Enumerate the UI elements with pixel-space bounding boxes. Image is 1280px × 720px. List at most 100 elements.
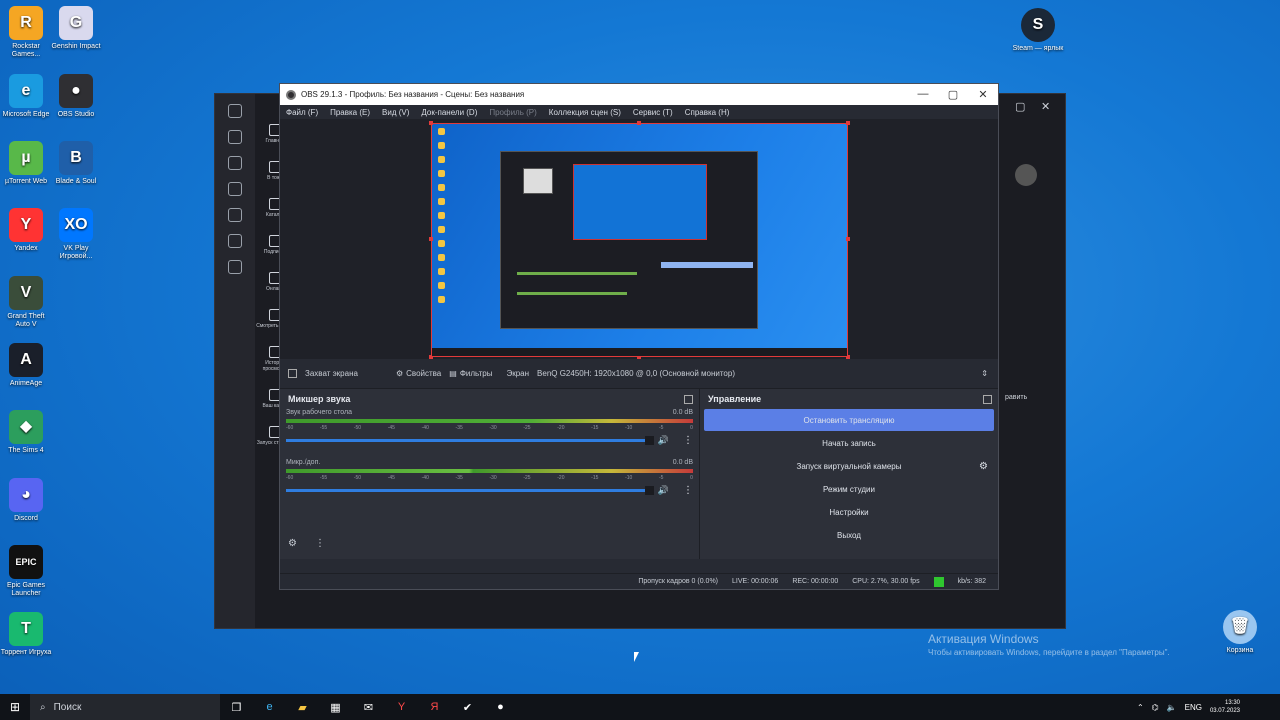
volume-slider[interactable] bbox=[286, 486, 654, 495]
source-visibility-checkbox[interactable] bbox=[288, 369, 297, 378]
properties-button[interactable]: ⚙ Свойства bbox=[396, 369, 441, 378]
meter-scale: -60 -55 -50 -45 -40 -35 -30 -25 -20 -15 -10 -5 0 bbox=[286, 475, 693, 481]
slider-handle[interactable] bbox=[644, 436, 654, 445]
volume-slider[interactable] bbox=[286, 436, 654, 445]
preview-area bbox=[280, 119, 998, 359]
volume-icon[interactable]: 🔈 bbox=[1167, 703, 1177, 712]
stream-health-indicator bbox=[933, 576, 944, 587]
menu-item[interactable]: Док-панели (D) bbox=[421, 108, 477, 117]
filters-button[interactable]: ▤ Фильтры bbox=[449, 369, 492, 378]
mixer-menu-icon[interactable]: ⋮ bbox=[315, 538, 325, 549]
stop-streaming-button[interactable]: Остановить трансляцию bbox=[704, 409, 994, 431]
speaker-icon[interactable]: 🔊 bbox=[658, 485, 669, 496]
avatar[interactable] bbox=[1015, 164, 1037, 186]
start-recording-button[interactable]: Начать запись bbox=[704, 432, 994, 454]
studio-mode-button[interactable]: Режим студии bbox=[704, 478, 994, 500]
chevron-up-icon[interactable]: ⌃ bbox=[1137, 703, 1144, 712]
screen-select[interactable]: BenQ G2450H: 1920x1080 @ 0,0 (Основной м… bbox=[537, 369, 735, 378]
desktop-icon[interactable]: G Genshin Impact bbox=[50, 6, 102, 51]
desktop-icon[interactable]: XO VK Play Игровой... bbox=[50, 208, 102, 261]
undock-icon[interactable] bbox=[983, 394, 992, 404]
menu-bar: Файл (F) Правка (E) Вид (V) Док-панели (D) П… bbox=[280, 105, 998, 119]
sidebar-icon[interactable] bbox=[228, 234, 242, 248]
desktop-icon[interactable]: ● OBS Studio bbox=[50, 74, 102, 119]
menu-item[interactable]: Профиль (P) bbox=[489, 108, 536, 117]
channel-db: 0.0 dB bbox=[672, 409, 693, 416]
minimize-icon[interactable]: — bbox=[908, 88, 938, 101]
start-virtual-camera-button[interactable]: Запуск виртуальной камеры ⚙ bbox=[704, 455, 994, 477]
watermark-text: Чтобы активировать Windows, перейдите в … bbox=[928, 648, 1170, 657]
button-label: Остановить трансляцию bbox=[803, 415, 895, 425]
network-icon[interactable]: ⌬ bbox=[1152, 703, 1159, 712]
edge-icon[interactable]: e bbox=[253, 701, 286, 713]
store-icon[interactable]: ▦ bbox=[319, 701, 352, 714]
browser-sidebar bbox=[215, 94, 255, 628]
obs-taskbar-icon[interactable]: ● bbox=[484, 701, 517, 713]
gear-icon[interactable]: ⚙ bbox=[979, 461, 988, 472]
desktop-icon-label: VK Play Игровой... bbox=[59, 245, 93, 260]
desktop-icon[interactable]: Y Yandex bbox=[0, 208, 52, 253]
sidebar-icon[interactable] bbox=[228, 260, 242, 274]
clock[interactable]: 13:30 03.07.2023 bbox=[1210, 699, 1240, 715]
slider-handle[interactable] bbox=[644, 486, 654, 495]
audio-mixer-dock: Микшер звука Звук рабочего стола 0.0 dB -6… bbox=[280, 389, 700, 559]
meter-tick: -50 bbox=[353, 425, 362, 431]
desktop-icon[interactable]: S Steam — ярлык bbox=[1012, 8, 1064, 53]
desktop-icon[interactable]: ◆ The Sims 4 bbox=[0, 410, 52, 455]
chevron-updown-icon[interactable]: ⇕ bbox=[981, 369, 988, 378]
close-icon[interactable]: ✕ bbox=[1041, 100, 1050, 113]
speaker-icon[interactable]: 🔊 bbox=[658, 435, 669, 446]
more-icon[interactable]: ⋮ bbox=[683, 435, 693, 446]
undock-icon[interactable] bbox=[684, 394, 693, 404]
search-placeholder: Поиск bbox=[53, 701, 82, 713]
settings-button[interactable]: Настройки bbox=[704, 501, 994, 523]
obs-window[interactable]: OBS 29.1.3 - Профиль: Без названия - Сце… bbox=[279, 83, 999, 590]
more-icon[interactable]: ⋮ bbox=[683, 485, 693, 496]
desktop-icon[interactable]: R Rockstar Games... bbox=[0, 6, 52, 59]
desktop-icon-label: Grand Theft Auto V bbox=[7, 313, 45, 328]
mail-icon[interactable]: ✉ bbox=[352, 701, 385, 714]
menu-item[interactable]: Коллекция сцен (S) bbox=[549, 108, 621, 117]
sidebar-icon[interactable] bbox=[228, 156, 242, 170]
live-time: LIVE: 00:00:06 bbox=[732, 578, 779, 585]
sidebar-icon[interactable] bbox=[228, 182, 242, 196]
desktop-icon[interactable]: µ µTorrent Web bbox=[0, 141, 52, 186]
app-icon: µ bbox=[9, 141, 43, 175]
desktop-icon[interactable]: ◕ Discord bbox=[0, 478, 52, 523]
sidebar-icon[interactable] bbox=[228, 208, 242, 222]
scene-preview[interactable] bbox=[429, 121, 850, 359]
menu-item[interactable]: Сервис (T) bbox=[633, 108, 673, 117]
desktop-icon[interactable]: e Microsoft Edge bbox=[0, 74, 52, 119]
sidebar-icon[interactable] bbox=[228, 130, 242, 144]
desktop-icon[interactable]: EPIC Epic Games Launcher bbox=[0, 545, 52, 598]
maximize-icon[interactable]: ▢ bbox=[938, 88, 968, 101]
desktop-icon[interactable]: A AnimeAge bbox=[0, 343, 52, 388]
mixer-settings-icon[interactable]: ⚙ bbox=[288, 538, 297, 549]
desktop-icon[interactable]: V Grand Theft Auto V bbox=[0, 276, 52, 329]
desktop-icon[interactable]: T Торрент Игруха bbox=[0, 612, 52, 657]
menu-item[interactable]: Вид (V) bbox=[382, 108, 409, 117]
menu-item[interactable]: Справка (H) bbox=[685, 108, 730, 117]
desktop-icon-label: Microsoft Edge bbox=[2, 111, 50, 118]
preview-nested-window bbox=[500, 151, 758, 329]
file-explorer-icon[interactable]: ▰ bbox=[286, 701, 319, 714]
meter-tick: -35 bbox=[455, 475, 463, 481]
yandex-icon[interactable]: Я bbox=[418, 701, 451, 713]
menu-item[interactable]: Файл (F) bbox=[286, 108, 318, 117]
menu-item[interactable]: Правка (E) bbox=[330, 108, 370, 117]
exit-button[interactable]: Выход bbox=[704, 524, 994, 546]
sidebar-icon[interactable] bbox=[228, 104, 242, 118]
preview-taskbar bbox=[432, 348, 847, 356]
desktop-icon-label: Genshin Impact bbox=[51, 43, 101, 50]
close-icon[interactable]: ✕ bbox=[968, 88, 998, 101]
steam-icon[interactable]: ✔ bbox=[451, 701, 484, 714]
desktop-icon[interactable]: B Blade & Soul bbox=[50, 141, 102, 186]
windows-start-icon[interactable]: ⊞ bbox=[0, 700, 30, 714]
lang-indicator[interactable]: ENG bbox=[1185, 703, 1202, 712]
desktop-icon[interactable]: 🗑 Корзина bbox=[1214, 610, 1266, 655]
status-bar: Пропуск кадров 0 (0.0%) LIVE: 00:00:06 R… bbox=[280, 573, 998, 589]
maximize-icon[interactable]: ▢ bbox=[1015, 100, 1025, 113]
task-view-icon[interactable]: ❐ bbox=[220, 701, 253, 714]
taskbar-search[interactable]: ⌕ Поиск bbox=[30, 694, 220, 720]
yandex-browser-icon[interactable]: Y bbox=[385, 701, 418, 713]
